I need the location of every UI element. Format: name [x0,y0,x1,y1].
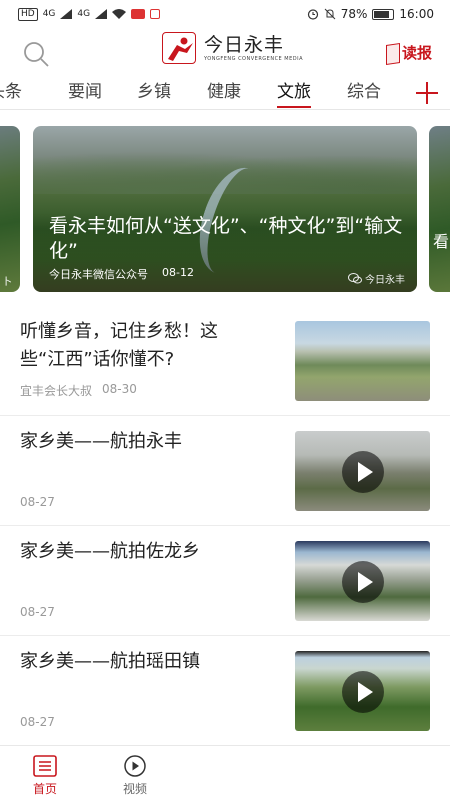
banner-carousel[interactable]: 卜 看永丰如何从“送文化”、“种文化”到“输文化” 今日永丰微信公众号 08-1… [0,124,450,292]
nav-home-label: 首页 [32,782,57,796]
wechat-icon [348,273,362,284]
watermark-text: 今日永丰 [365,275,405,286]
signal-icon [95,9,108,19]
status-left: HD 4G 4G [18,7,161,21]
tab-xiangzhen[interactable]: 乡镇 [137,78,171,110]
alarm-icon [307,9,318,20]
tab-wenlv[interactable]: 文旅 [277,78,311,110]
search-button[interactable] [22,40,50,68]
signal-2-label: 4G [77,9,91,19]
category-tabs: 头条 要闻 乡镇 健康 文旅 综合 [0,78,450,110]
news-meta: 宜丰会长大叔 08-30 [20,382,137,399]
app-logo: 今日永丰 YONGFENG CONVERGENCE MEDIA [162,32,303,64]
news-title: 家乡美——航拍瑶田镇 [20,651,200,672]
news-thumbnail [295,651,430,731]
news-thumbnail [295,431,430,511]
clock: 16:00 [399,7,434,21]
slide-title: 看永丰如何从“送文化”、“种文化”到“输文化” [49,215,403,262]
video-icon [124,755,146,777]
play-icon[interactable] [342,451,384,493]
tab-jiankang[interactable]: 健康 [207,78,241,110]
battery-icon [372,8,395,20]
tab-zonghe[interactable]: 综合 [347,78,381,110]
news-source: 宜丰会长大叔 [20,384,93,398]
slide-meta: 今日永丰微信公众号 08-12 [49,266,194,282]
news-title: 家乡美——航拍永丰 [20,431,182,452]
bottom-nav: 首页 视频 [0,745,450,800]
news-title: 家乡美——航拍佐龙乡 [20,541,200,562]
add-channel-button[interactable] [416,82,438,104]
nav-video[interactable]: 视频 [110,754,160,797]
status-right: 78% 16:00 [307,7,434,21]
carousel-prev-slide[interactable]: 卜 [0,126,20,292]
news-meta: 08-27 [20,495,55,509]
news-date: 08-30 [102,382,137,396]
wifi-icon [112,9,127,19]
logo-title: 今日永丰 [204,33,285,56]
read-paper-label: 读报 [401,44,432,62]
slide-watermark: 今日永丰 [348,271,405,286]
news-item[interactable]: 家乡美——航拍瑶田镇 08-27 [0,636,450,746]
signal-1-label: 4G [42,9,56,19]
news-meta: 08-27 [20,605,55,619]
home-icon [33,755,57,777]
app-header: 今日永丰 YONGFENG CONVERGENCE MEDIA 读报 [0,28,450,78]
nav-home[interactable]: 首页 [20,754,70,797]
news-title: 听懂乡音，记住乡愁！这些“江西”话你懂不? [20,321,218,370]
news-date: 08-27 [20,495,55,509]
hd-indicator: HD [18,7,38,21]
news-item[interactable]: 听懂乡音，记住乡愁！这些“江西”话你懂不? 宜丰会长大叔 08-30 [0,306,450,416]
slide-source: 今日永丰微信公众号 [49,268,148,281]
news-date: 08-27 [20,605,55,619]
mute-icon [324,8,336,20]
tab-toutiao[interactable]: 头条 [0,78,22,110]
news-date: 08-27 [20,715,55,729]
news-thumbnail [295,541,430,621]
news-item[interactable]: 家乡美——航拍佐龙乡 08-27 [0,526,450,636]
logo-icon [162,32,196,64]
battery-percent: 78% [340,7,368,21]
slide-date: 08-12 [162,266,194,279]
signal-icon [60,9,73,19]
notification-icon [131,9,146,19]
read-paper-button[interactable]: 读报 [386,40,432,66]
status-bar: HD 4G 4G 78% 16:00 [0,0,450,28]
play-icon[interactable] [342,561,384,603]
prev-slide-label: 卜 [2,277,12,288]
newspaper-icon [386,43,400,65]
news-meta: 08-27 [20,715,55,729]
logo-subtitle: YONGFENG CONVERGENCE MEDIA [204,55,304,62]
nav-video-label: 视频 [122,782,147,796]
carousel-main-slide[interactable]: 看永丰如何从“送文化”、“种文化”到“输文化” 今日永丰微信公众号 08-12 … [33,126,417,292]
news-thumbnail [295,321,430,401]
tab-yaowen[interactable]: 要闻 [68,78,102,110]
carousel-next-slide[interactable]: 看 [429,126,450,292]
search-icon [24,42,49,67]
news-item[interactable]: 家乡美——航拍永丰 08-27 [0,416,450,526]
next-slide-label: 看 [433,232,450,251]
play-icon[interactable] [342,671,384,713]
app-notification-icon [150,9,161,19]
